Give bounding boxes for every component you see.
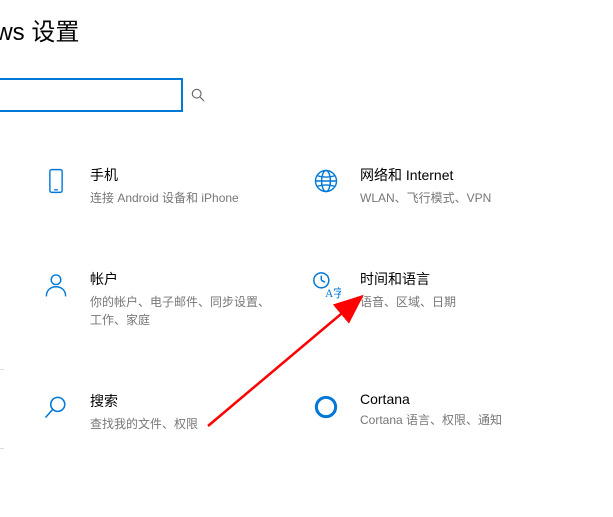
settings-item-accounts[interactable]: 帐户 你的帐户、电子邮件、同步设置、工作、家庭 <box>40 267 310 329</box>
magnifier-icon <box>40 391 72 423</box>
search-icon <box>191 88 205 102</box>
item-title: 时间和语言 <box>360 269 456 289</box>
svg-text:A字: A字 <box>325 286 341 300</box>
phone-icon <box>40 165 72 197</box>
settings-grid: 手机 连接 Android 设备和 iPhone 网络和 Internet WL… <box>40 163 603 433</box>
settings-item-cortana[interactable]: Cortana Cortana 语言、权限、通知 <box>310 389 580 433</box>
person-icon <box>40 269 72 301</box>
time-language-icon: A字 <box>310 269 342 301</box>
item-title: 搜索 <box>90 391 198 411</box>
item-desc: WLAN、飞行模式、VPN <box>360 189 491 207</box>
item-title: 手机 <box>90 165 239 185</box>
settings-item-phone[interactable]: 手机 连接 Android 设备和 iPhone <box>40 163 310 207</box>
search-input[interactable] <box>0 80 191 110</box>
cortana-icon <box>310 391 342 423</box>
left-edge-fragment <box>0 369 4 449</box>
settings-item-network[interactable]: 网络和 Internet WLAN、飞行模式、VPN <box>310 163 580 207</box>
page-title: ows 设置 <box>0 12 79 47</box>
search-box[interactable] <box>0 78 183 112</box>
item-desc: Cortana 语言、权限、通知 <box>360 411 502 429</box>
item-title: 网络和 Internet <box>360 165 491 185</box>
globe-icon <box>310 165 342 197</box>
item-desc: 查找我的文件、权限 <box>90 415 198 433</box>
item-title: Cortana <box>360 391 502 407</box>
settings-item-search[interactable]: 搜索 查找我的文件、权限 <box>40 389 310 433</box>
item-title: 帐户 <box>90 269 270 289</box>
item-desc: 连接 Android 设备和 iPhone <box>90 189 239 207</box>
item-desc: 语音、区域、日期 <box>360 293 456 311</box>
item-desc: 你的帐户、电子邮件、同步设置、工作、家庭 <box>90 293 270 329</box>
settings-item-time-language[interactable]: A字 时间和语言 语音、区域、日期 <box>310 267 580 329</box>
